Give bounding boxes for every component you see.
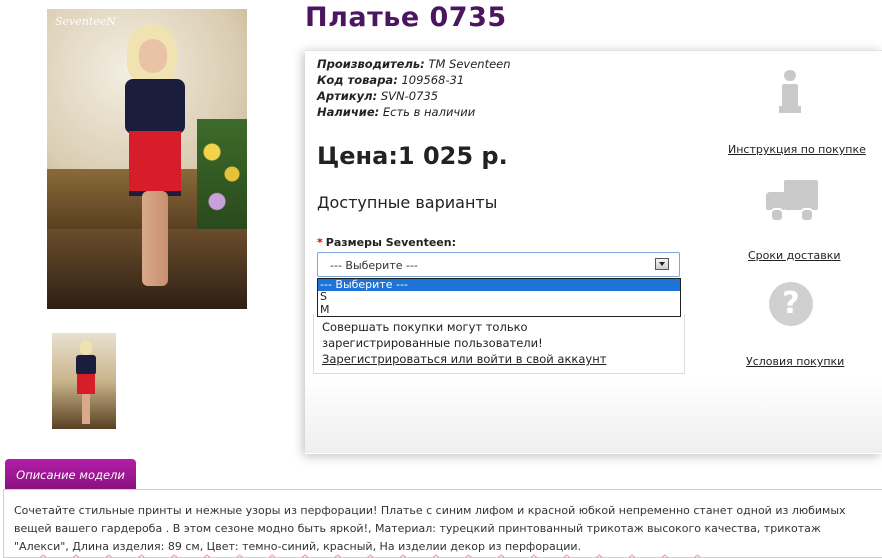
info-icon-base [779,106,801,113]
product-price: Цена:1 025 р. [317,142,508,170]
product-main-photo[interactable]: SeventeeN [47,9,247,309]
variants-heading: Доступные варианты [317,193,498,212]
size-label-text: Размеры Seventeen: [325,236,456,249]
required-mark: * [317,236,323,249]
conditions-link[interactable]: Условия покупки [746,355,844,368]
decorative-stars: ✿✿✿✿✿✿✿✿✿✿✿✿✿✿✿✿✿✿✿✿✿ [40,553,727,558]
thumb-top [76,355,96,375]
thumb-skirt [77,374,95,394]
photo-flowers [197,119,247,229]
size-dropdown-list[interactable]: --- Выберите --- S M [317,278,681,317]
info-value: SVN-0735 [380,89,439,103]
info-availability: Наличие: Есть в наличии [317,105,475,119]
info-value: Есть в наличии [382,105,476,119]
question-icon: ? [769,282,813,326]
info-label: Код товара: [317,73,398,87]
truck-wheel [770,208,784,222]
size-option[interactable]: --- Выберите --- [318,278,680,292]
info-icon [770,70,810,114]
info-value: 109568-31 [401,73,465,87]
register-notice-text: Совершать покупки могут только зарегистр… [322,320,543,350]
info-sku: Артикул: SVN-0735 [317,89,438,103]
info-icon-dot [784,70,796,81]
truck-icon [766,180,818,222]
product-thumbnail[interactable] [52,333,116,429]
register-login-link[interactable]: Зарегистрироваться или войти в свой акка… [322,352,606,366]
photo-watermark: SeventeeN [55,15,116,28]
size-option[interactable]: M [318,303,680,316]
size-select-value: --- Выберите --- [330,259,418,272]
info-product-code: Код товара: 109568-31 [317,73,464,87]
photo-model-face [139,39,167,73]
truck-wheel [800,208,814,222]
delivery-link[interactable]: Сроки доставки [748,249,841,262]
thumb-head [80,341,92,355]
photo-model-legs [142,191,168,286]
chevron-down-icon[interactable] [655,258,669,270]
info-label: Наличие: [317,105,380,119]
product-title: Платье 0735 [305,2,507,33]
description-text: Сочетайте стильные принты и нежные узоры… [14,504,846,553]
photo-dress-top [125,79,185,134]
truck-box [784,180,818,210]
panel-fade [305,380,882,453]
size-select[interactable]: --- Выберите --- [317,252,680,277]
thumb-legs [82,394,90,424]
tab-description[interactable]: Описание модели [5,459,136,489]
info-label: Артикул: [317,89,378,103]
info-label: Производитель: [317,57,425,71]
photo-dress-skirt [129,131,181,196]
size-option[interactable]: S [318,290,680,303]
info-manufacturer: Производитель: TM Seventeen [317,57,511,71]
instruction-link[interactable]: Инструкция по покупке [728,143,866,156]
size-label: * Размеры Seventeen: [317,236,456,249]
info-value: TM Seventeen [428,57,511,71]
